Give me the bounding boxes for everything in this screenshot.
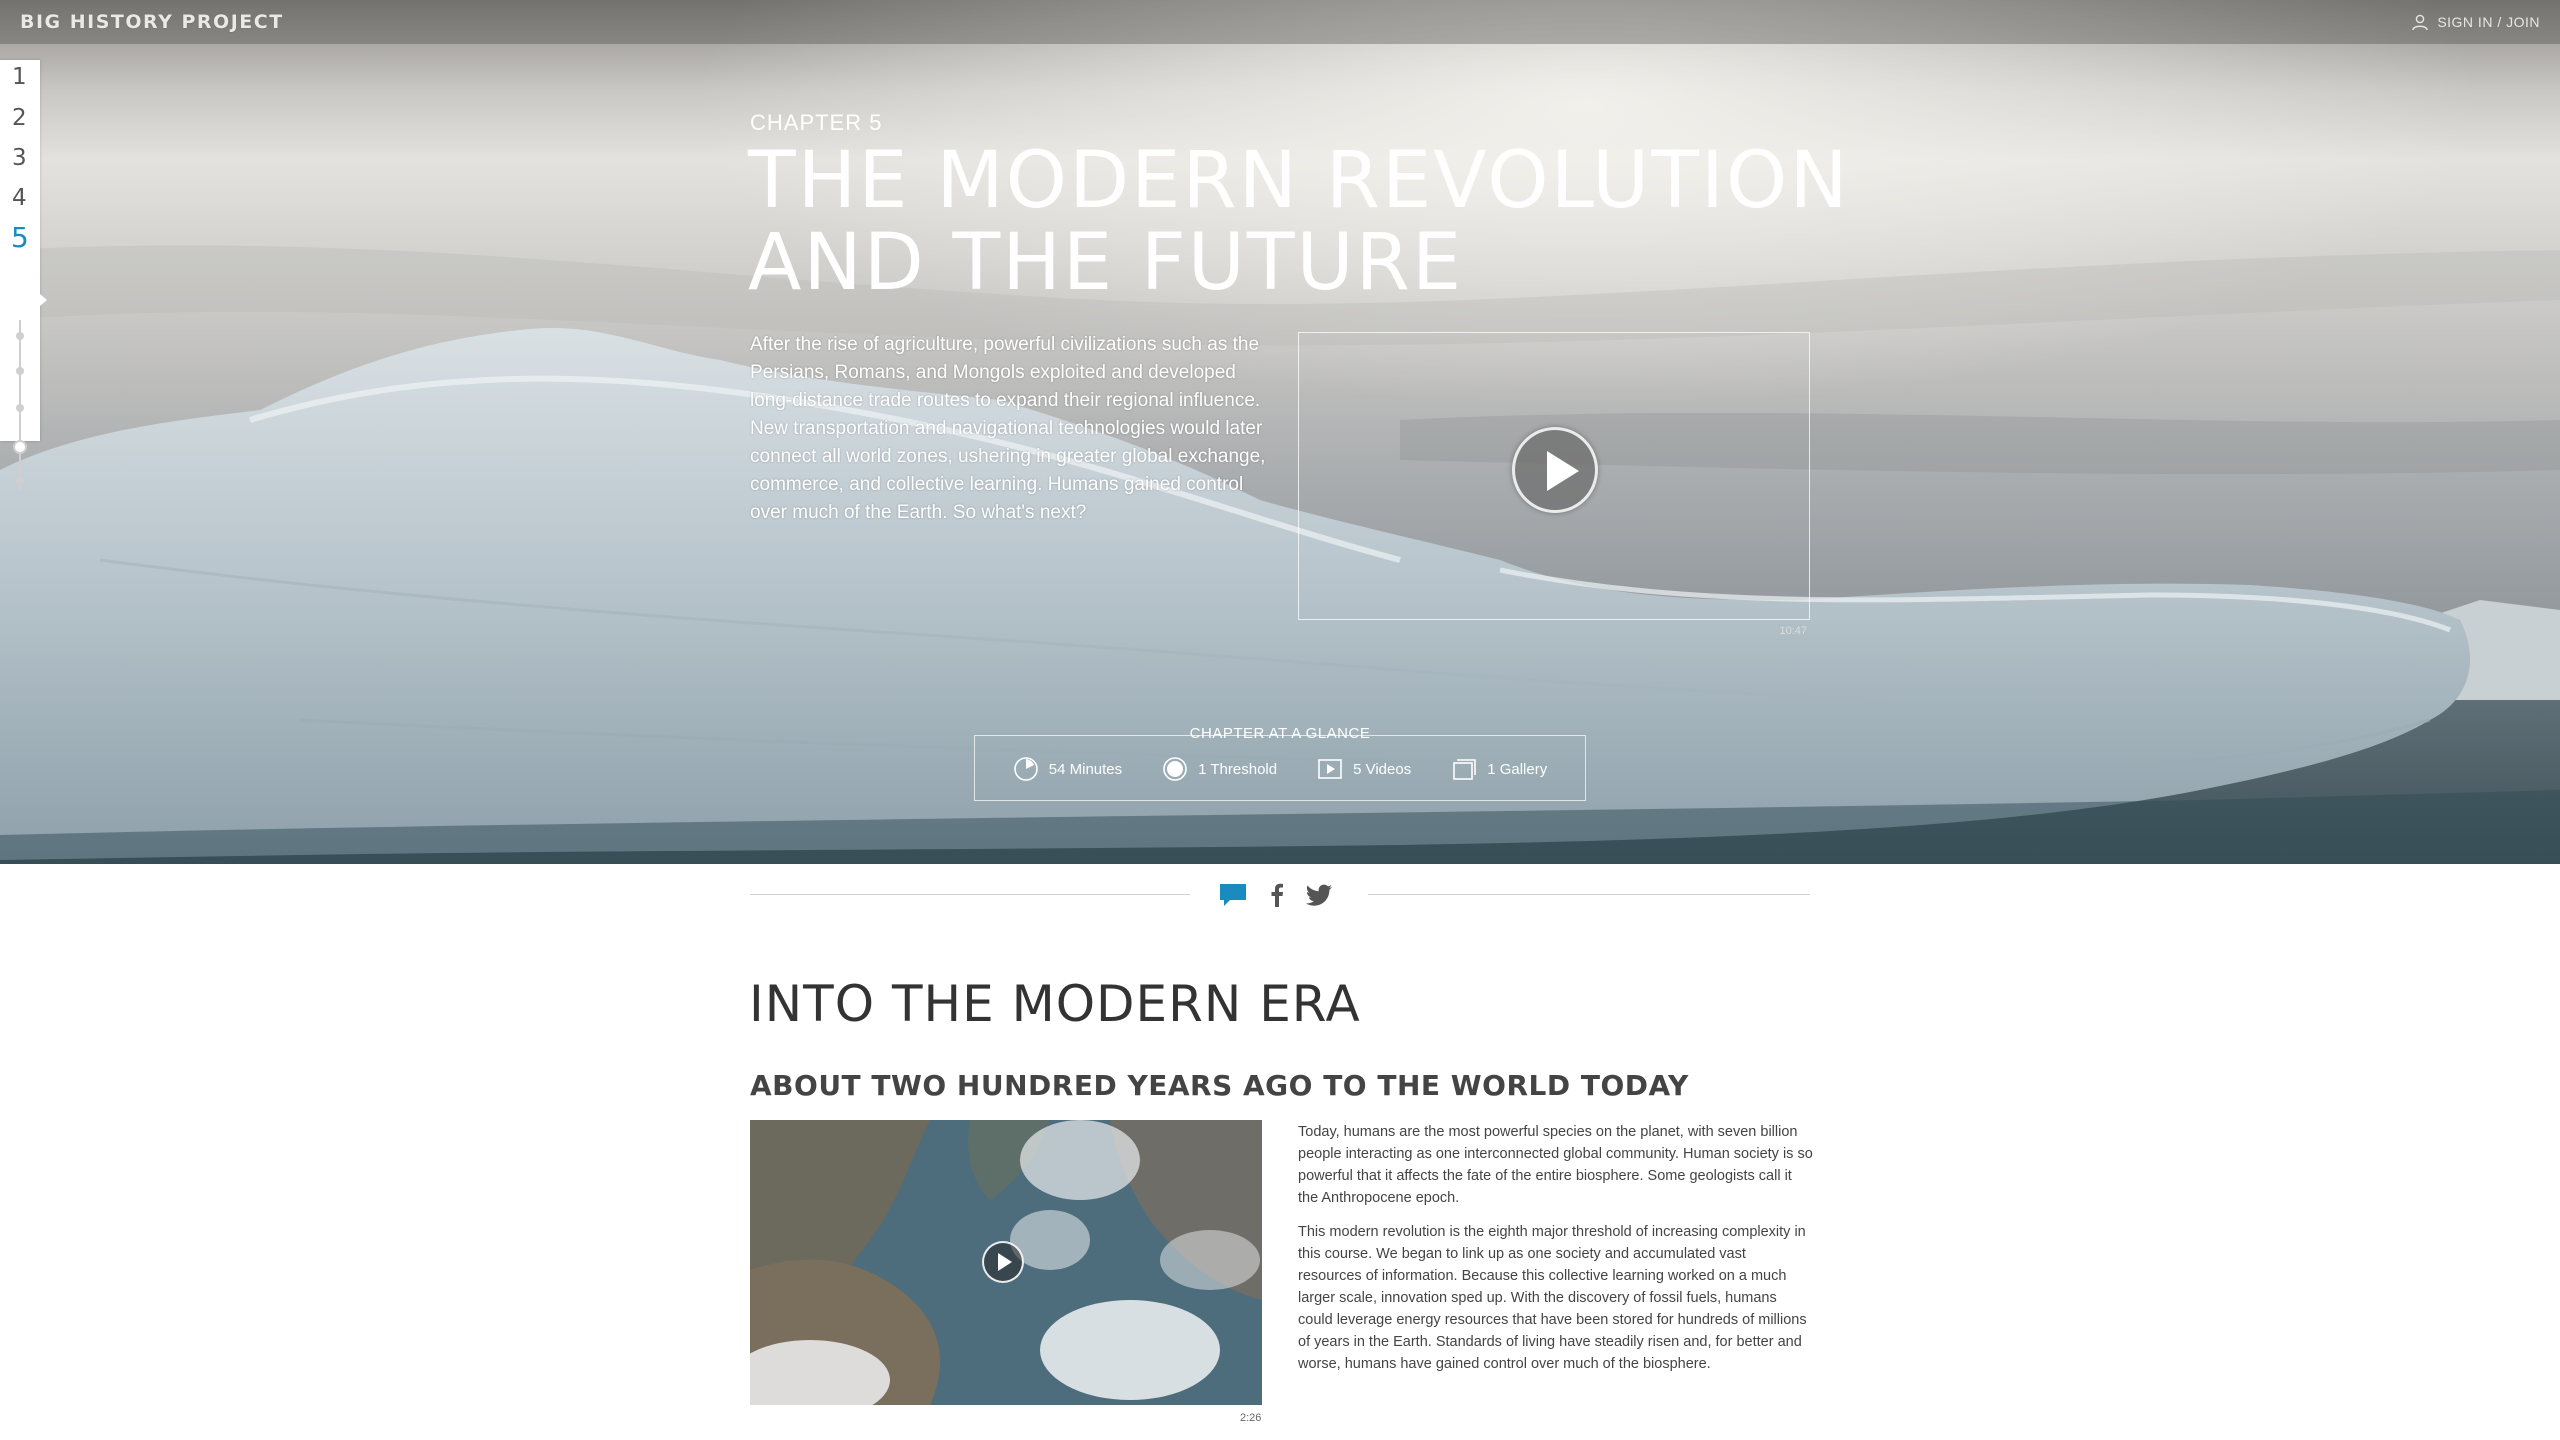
section-subtitle: ABOUT TWO HUNDRED YEARS AGO TO THE WORLD…: [750, 1069, 1689, 1102]
video-icon: [1318, 759, 1342, 779]
chapter-link-4[interactable]: 4: [12, 187, 27, 210]
chapter-navigation-rail: 1 2 3 4 5: [0, 60, 47, 490]
twitter-icon[interactable]: [1306, 884, 1332, 906]
chapter-link-3[interactable]: 3: [12, 147, 27, 170]
gallery-icon: [1453, 759, 1477, 780]
divider: [750, 894, 1190, 895]
comment-icon[interactable]: [1218, 882, 1248, 908]
video-duration: 10:47: [1779, 625, 1807, 637]
chapter-link-1[interactable]: 1: [12, 66, 27, 89]
chapter-title: THE MODERN REVOLUTION AND THE FUTURE: [748, 136, 1850, 308]
site-logo[interactable]: BIG HISTORY PROJECT: [20, 11, 284, 33]
chapter-intro-text: After the rise of agriculture, powerful …: [750, 334, 1266, 523]
hero-banner: BIG HISTORY PROJECT SIGN IN / JOIN 1 2 3…: [0, 0, 2560, 864]
active-chapter-pointer: [40, 294, 47, 306]
section-marker[interactable]: [16, 476, 24, 484]
section-marker[interactable]: [16, 332, 24, 340]
glance-label: 1 Threshold: [1198, 760, 1278, 778]
facebook-icon[interactable]: [1270, 883, 1284, 907]
sign-in-join-link[interactable]: SIGN IN / JOIN: [2411, 13, 2540, 31]
section-video-thumbnail[interactable]: [750, 1120, 1262, 1405]
user-icon: [2412, 14, 2429, 31]
glance-item-gallery: 1 Gallery: [1451, 756, 1547, 782]
chapter-label: CHAPTER 5: [750, 110, 883, 135]
divider: [1368, 894, 1810, 895]
glance-label: 1 Gallery: [1487, 760, 1548, 778]
section-marker[interactable]: [16, 404, 24, 412]
glance-item-videos: 5 Videos: [1317, 756, 1411, 782]
video-duration: 2:26: [1240, 1412, 1262, 1424]
glance-item-minutes: 54 Minutes: [1013, 756, 1122, 782]
sign-in-label: SIGN IN / JOIN: [2437, 14, 2540, 30]
glance-item-threshold: 1 Threshold: [1162, 756, 1277, 782]
top-navigation-bar: BIG HISTORY PROJECT SIGN IN / JOIN: [0, 0, 2560, 44]
section-title: INTO THE MODERN ERA: [749, 975, 1361, 1033]
section-body-text: Today, humans are the most powerful spec…: [1298, 1121, 1813, 1387]
glance-title: CHAPTER AT A GLANCE: [1189, 725, 1371, 742]
play-button-icon[interactable]: [982, 1241, 1024, 1283]
glance-label: 54 Minutes: [1048, 760, 1123, 778]
glance-label: 5 Videos: [1353, 760, 1412, 778]
threshold-marker[interactable]: [13, 440, 27, 454]
chapter-link-5-active[interactable]: 5: [11, 224, 29, 252]
paragraph: This modern revolution is the eighth maj…: [1298, 1224, 1807, 1372]
clock-icon: [1013, 757, 1038, 781]
chapter-intro-video[interactable]: 10:47: [1298, 332, 1810, 637]
share-bar: [750, 880, 1810, 910]
section-marker[interactable]: [16, 367, 24, 375]
chapter-at-a-glance: CHAPTER AT A GLANCE 54 Minutes 1 Thresho…: [974, 725, 1586, 801]
play-button-icon[interactable]: [1512, 427, 1598, 513]
chapter-link-2[interactable]: 2: [12, 107, 27, 130]
threshold-icon: [1163, 757, 1187, 781]
paragraph: Today, humans are the most powerful spec…: [1298, 1124, 1813, 1206]
